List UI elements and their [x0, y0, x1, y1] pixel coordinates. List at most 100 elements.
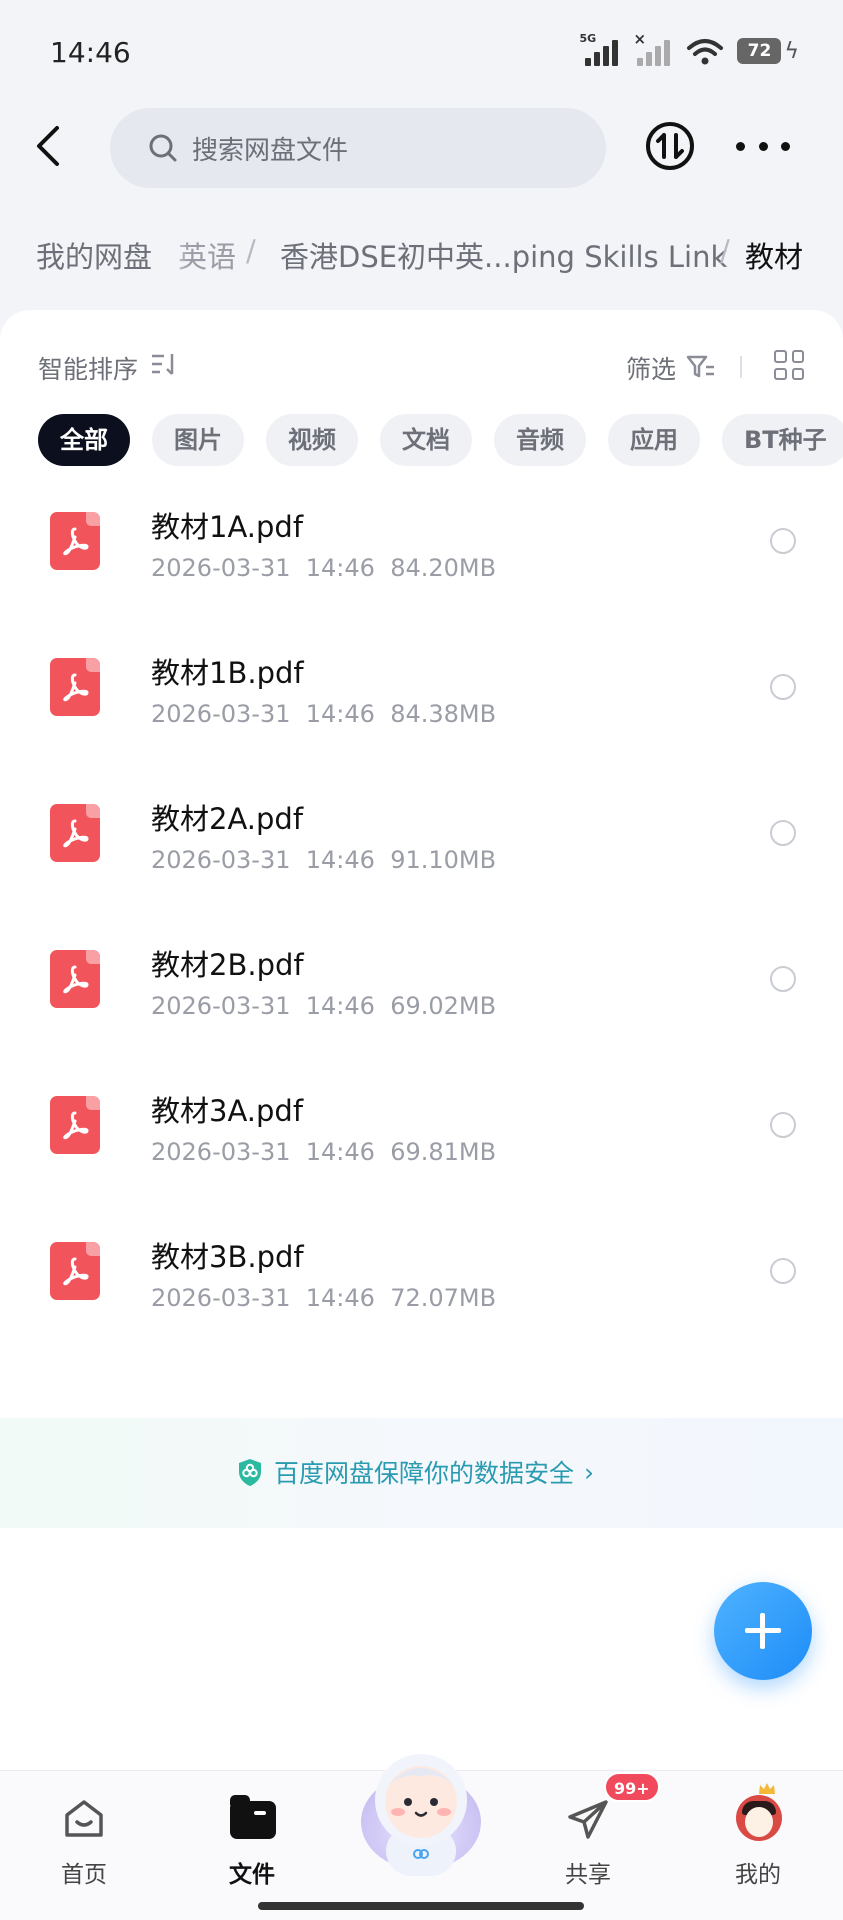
file-row[interactable]: 教材1A.pdf 2026-03-31 14:46 84.20MB [0, 480, 843, 626]
security-banner[interactable]: 百度网盘保障你的数据安全 › [0, 1418, 843, 1528]
pdf-file-icon [50, 1096, 100, 1154]
select-checkbox[interactable] [770, 820, 796, 846]
chip-videos[interactable]: 视频 [266, 414, 358, 466]
breadcrumb-item-english[interactable]: 英语 [178, 234, 236, 276]
search-icon [149, 134, 177, 162]
search-input[interactable]: 搜索网盘文件 [110, 108, 606, 188]
file-row[interactable]: 教材3B.pdf 2026-03-31 14:46 72.07MB [0, 1210, 843, 1356]
file-name: 教材1A.pdf [151, 510, 304, 544]
search-placeholder: 搜索网盘文件 [192, 135, 349, 166]
nav-item-home[interactable]: 首页 [34, 1789, 134, 1889]
breadcrumb-root[interactable]: 我的网盘 [20, 230, 169, 280]
back-icon [37, 126, 59, 166]
pdf-file-icon [50, 1242, 100, 1300]
nav-label: 首页 [61, 1862, 107, 1888]
file-time: 14:46 [305, 1138, 375, 1166]
top-nav: 搜索网盘文件 [0, 100, 843, 200]
file-meta: 2026-03-31 14:46 69.02MB [151, 992, 496, 1020]
select-checkbox[interactable] [770, 1112, 796, 1138]
breadcrumb-item-course[interactable]: 香港DSE初中英...ping Skills Link [280, 234, 727, 276]
chip-apps[interactable]: 应用 [608, 414, 700, 466]
select-checkbox[interactable] [770, 1258, 796, 1284]
file-meta: 2026-03-31 14:46 72.07MB [151, 1284, 496, 1312]
pdf-file-icon [50, 804, 100, 862]
signal-icon: 5G [579, 32, 621, 66]
pdf-file-icon [50, 512, 100, 570]
file-date: 2026-03-31 [151, 1284, 291, 1312]
select-checkbox[interactable] [770, 528, 796, 554]
file-name: 教材3B.pdf [151, 1240, 304, 1274]
chip-audio[interactable]: 音频 [494, 414, 586, 466]
file-time: 14:46 [305, 992, 375, 1020]
nav-label: 我的 [735, 1862, 781, 1888]
nav-label: 共享 [565, 1862, 611, 1888]
file-row[interactable]: 教材3A.pdf 2026-03-31 14:46 69.81MB [0, 1064, 843, 1210]
pdf-file-icon [50, 658, 100, 716]
chip-all[interactable]: 全部 [38, 414, 130, 466]
select-checkbox[interactable] [770, 674, 796, 700]
toolbar-divider [740, 356, 742, 378]
status-bar: 14:46 5G × 72 ϟ [0, 0, 843, 100]
more-button[interactable] [736, 126, 790, 166]
share-badge: 99+ [604, 1772, 660, 1802]
file-time: 14:46 [305, 846, 375, 874]
file-date: 2026-03-31 [151, 554, 291, 582]
file-meta: 2026-03-31 14:46 84.38MB [151, 700, 496, 728]
file-size: 72.07MB [390, 1284, 497, 1312]
security-link[interactable]: 百度网盘保障你的数据安全 › [236, 1454, 594, 1490]
file-name: 教材2B.pdf [151, 948, 304, 982]
file-name: 教材1B.pdf [151, 656, 304, 690]
wifi-icon [687, 39, 724, 65]
file-size: 69.81MB [390, 1138, 497, 1166]
breadcrumb-separator: / [720, 234, 730, 268]
file-date: 2026-03-31 [151, 1138, 291, 1166]
file-row[interactable]: 教材2A.pdf 2026-03-31 14:46 91.10MB [0, 772, 843, 918]
nav-label: 文件 [229, 1862, 275, 1888]
file-row[interactable]: 教材2B.pdf 2026-03-31 14:46 69.02MB [0, 918, 843, 1064]
breadcrumb-current: 教材 [744, 240, 803, 274]
charging-icon: ϟ [784, 38, 799, 64]
crown-icon [759, 1783, 775, 1794]
file-size: 91.10MB [390, 846, 497, 874]
breadcrumb: 英语 / 香港DSE初中英...ping Skills Link / 教材 我的… [0, 226, 843, 286]
file-size: 84.20MB [390, 554, 497, 582]
signal-off-icon: × [633, 30, 673, 66]
avatar-icon [736, 1795, 782, 1841]
back-button[interactable] [24, 118, 72, 174]
file-date: 2026-03-31 [151, 992, 291, 1020]
file-meta: 2026-03-31 14:46 84.20MB [151, 554, 496, 582]
grid-view-icon[interactable] [774, 350, 804, 380]
status-icons: 5G × 72 ϟ [579, 30, 799, 68]
file-row[interactable]: 教材1B.pdf 2026-03-31 14:46 84.38MB [0, 626, 843, 772]
transfer-icon[interactable] [644, 120, 696, 172]
add-button[interactable] [714, 1582, 812, 1680]
more-icon [736, 141, 745, 151]
select-checkbox[interactable] [770, 966, 796, 992]
battery-level: 72 [737, 38, 782, 64]
file-time: 14:46 [305, 1284, 375, 1312]
filter-button[interactable]: 筛选 [626, 350, 676, 386]
sort-button[interactable]: 智能排序 [38, 350, 138, 386]
chip-images[interactable]: 图片 [152, 414, 244, 466]
status-time: 14:46 [50, 36, 131, 69]
file-meta: 2026-03-31 14:46 91.10MB [151, 846, 496, 874]
file-name: 教材3A.pdf [151, 1094, 304, 1128]
nav-item-me[interactable]: 我的 [708, 1783, 808, 1889]
sort-icon[interactable] [150, 352, 180, 378]
file-time: 14:46 [305, 700, 375, 728]
file-size: 69.02MB [390, 992, 497, 1020]
chip-documents[interactable]: 文档 [380, 414, 472, 466]
mascot-icon[interactable] [346, 1730, 496, 1880]
chip-bt-torrent[interactable]: BT种子 [722, 414, 843, 466]
shield-icon [239, 1459, 261, 1486]
nav-item-share[interactable]: 共享 [538, 1789, 638, 1889]
file-list-card: 智能排序 筛选 全部 图片 视频 文档 音频 应用 BT种子 教材1A.pdf … [0, 310, 843, 1770]
file-meta: 2026-03-31 14:46 69.81MB [151, 1138, 496, 1166]
nav-item-files[interactable]: 文件 [202, 1789, 302, 1889]
chevron-right-icon: › [584, 1457, 595, 1487]
file-date: 2026-03-31 [151, 846, 291, 874]
home-indicator [258, 1902, 584, 1910]
file-size: 84.38MB [390, 700, 497, 728]
file-date: 2026-03-31 [151, 700, 291, 728]
filter-icon[interactable] [686, 354, 716, 380]
